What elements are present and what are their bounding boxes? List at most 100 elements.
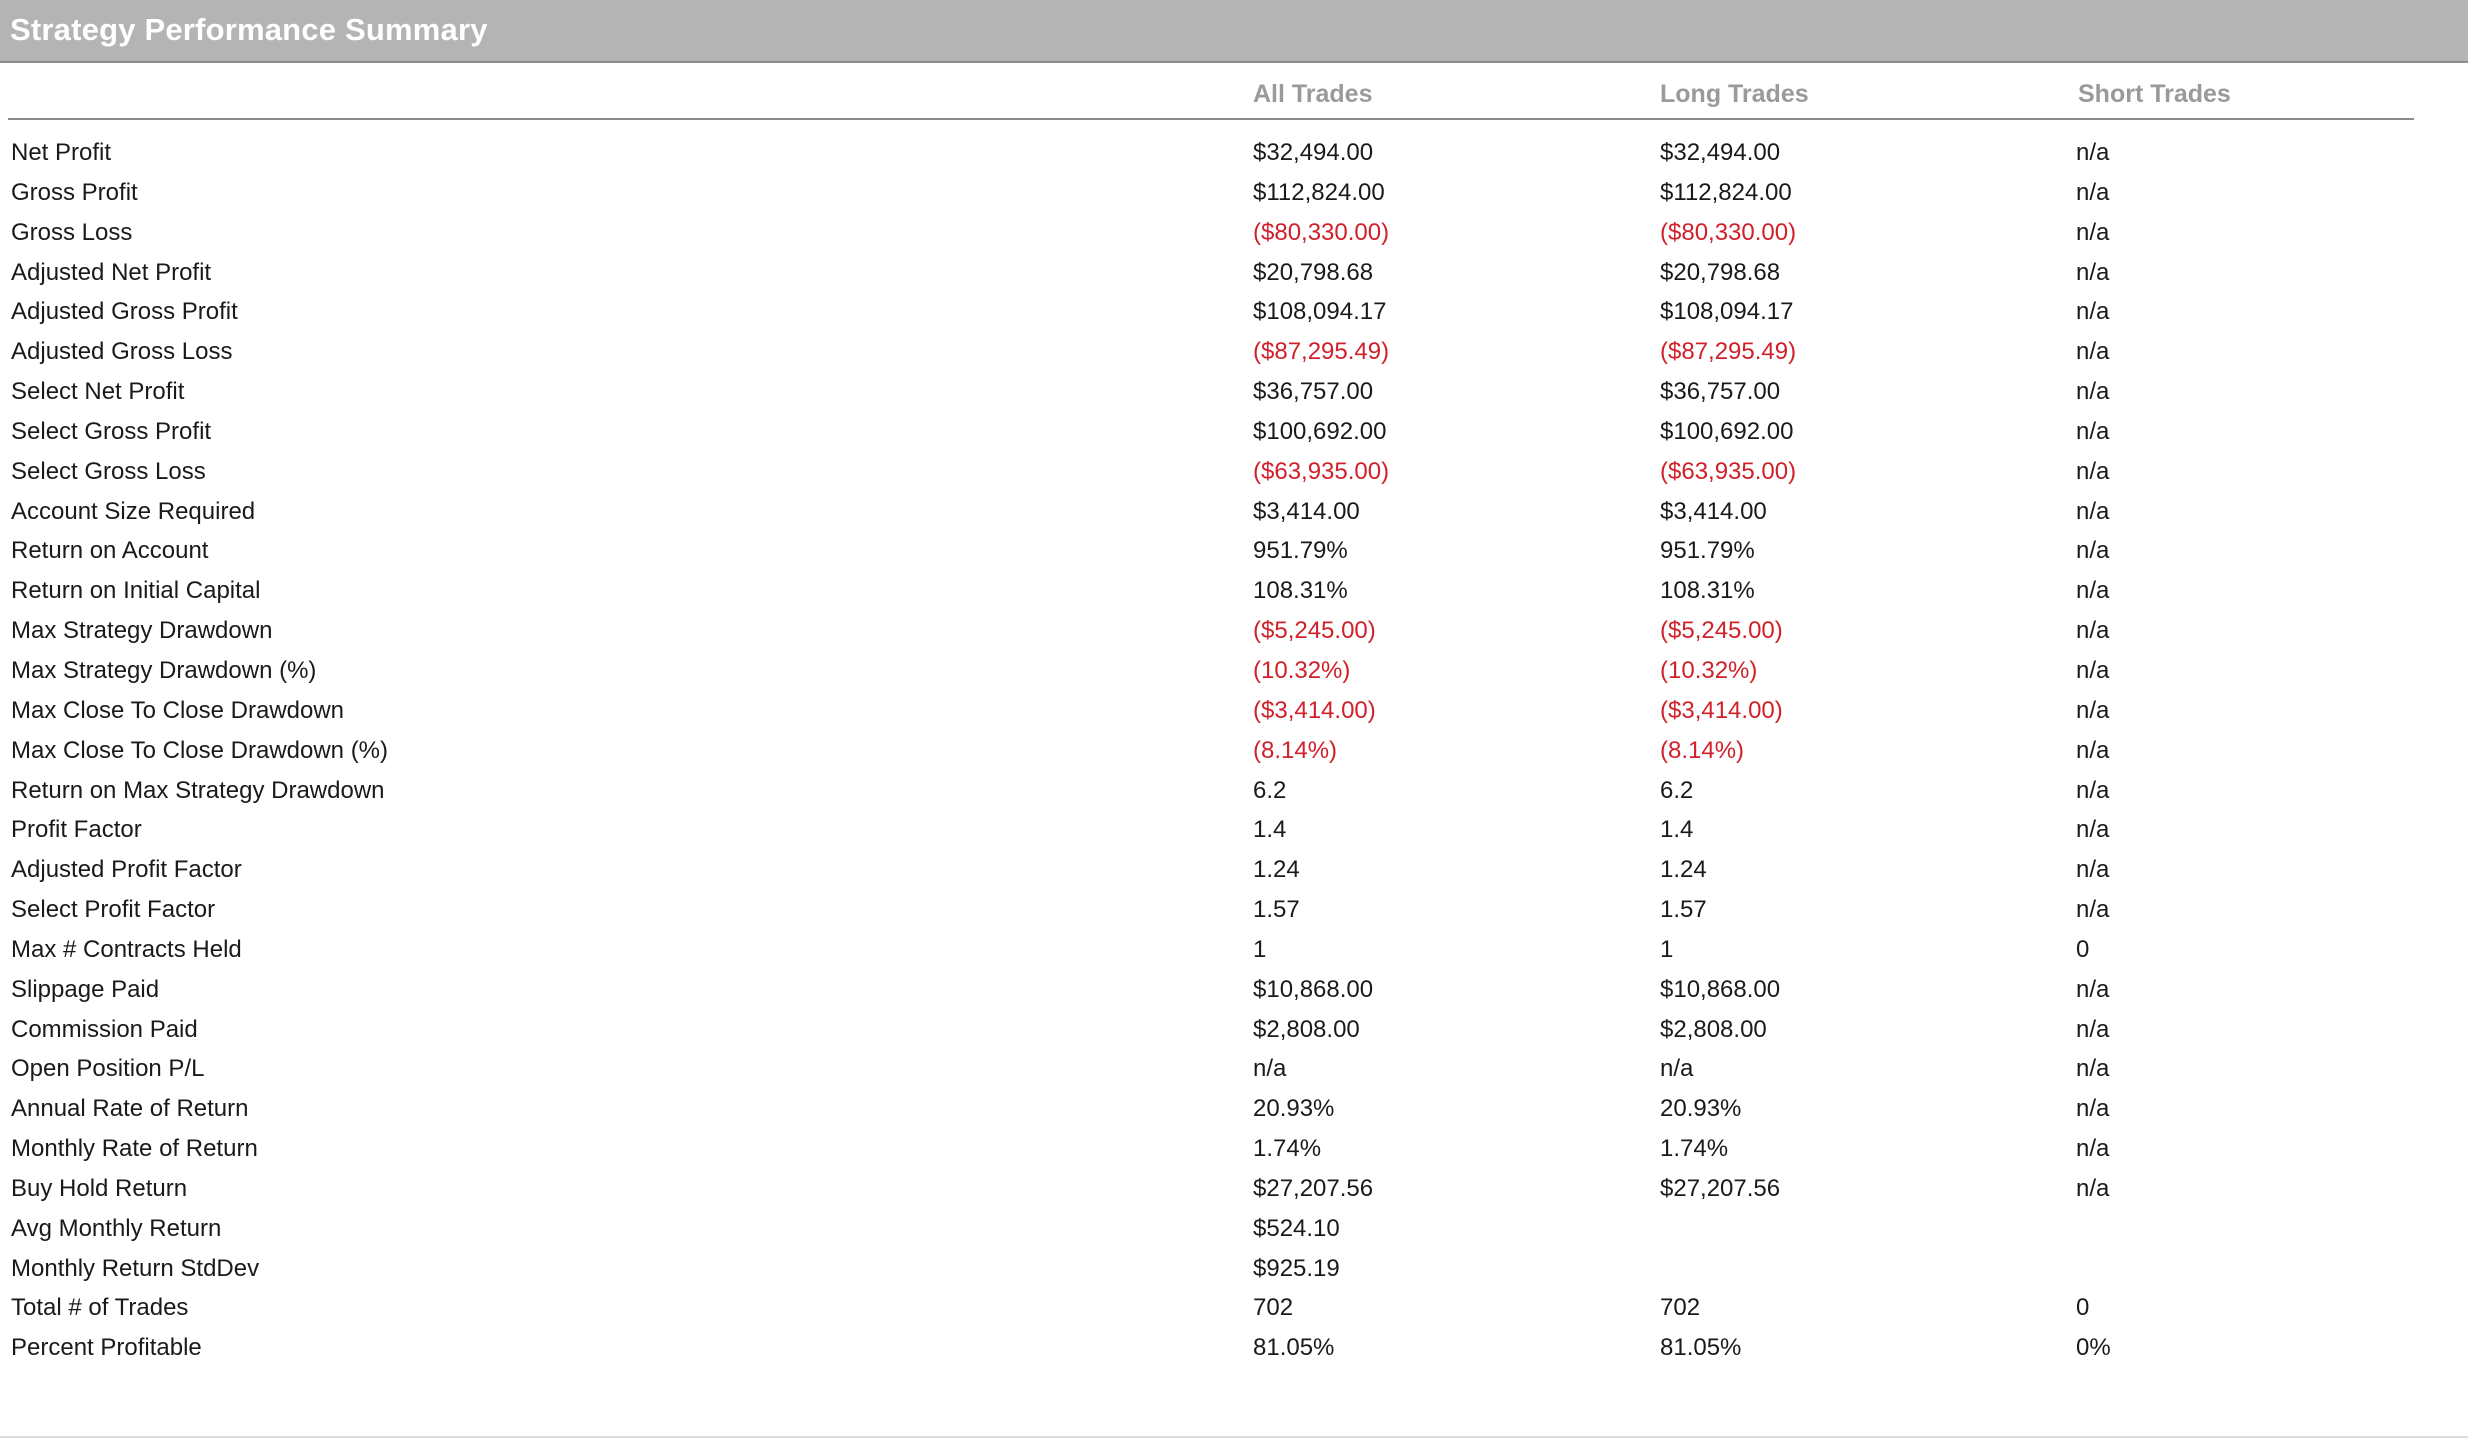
long-trades-value: 108.31% — [1660, 577, 1755, 605]
short-trades-value: n/a — [2076, 617, 2110, 645]
long-trades-value: $27,207.56 — [1660, 1174, 1781, 1202]
table-row[interactable]: Adjusted Net Profit $20,798.68 $20,798.68 n… — [8, 255, 2414, 295]
bottom-divider — [0, 1436, 2468, 1438]
all-trades-value: 1 — [1253, 935, 1267, 963]
long-trades-value: ($3,414.00) — [1660, 696, 1783, 724]
metric-label: Max # Contracts Held — [11, 935, 242, 963]
all-trades-value: ($63,935.00) — [1253, 457, 1390, 485]
long-trades-value: ($63,935.00) — [1660, 457, 1797, 485]
short-trades-value: n/a — [2076, 896, 2110, 924]
all-trades-value: $32,494.00 — [1253, 139, 1374, 166]
table-row[interactable]: Select Gross Loss ($63,935.00) ($63,935.00… — [8, 454, 2414, 494]
long-trades-value: $3,414.00 — [1660, 497, 1767, 525]
table-row[interactable]: Select Net Profit $36,757.00 $36,757.00 n/a — [8, 374, 2414, 414]
long-trades-value: 702 — [1660, 1294, 1701, 1322]
table-row[interactable]: Profit Factor 1.4 1.4 n/a — [8, 812, 2414, 852]
short-trades-value: n/a — [2076, 1055, 2110, 1083]
short-trades-value: n/a — [2076, 656, 2110, 684]
short-trades-value: 0 — [2076, 935, 2090, 963]
metric-label: Monthly Rate of Return — [11, 1135, 258, 1163]
metric-label: Adjusted Profit Factor — [11, 856, 242, 884]
table-row[interactable]: Max Strategy Drawdown ($5,245.00) ($5,245.… — [8, 613, 2414, 653]
table-row[interactable]: Adjusted Profit Factor 1.24 1.24 n/a — [8, 852, 2414, 892]
table-row[interactable]: Adjusted Gross Profit $108,094.17 $108,094… — [8, 294, 2414, 334]
table-row[interactable]: Annual Rate of Return 20.93% 20.93% n/a — [8, 1091, 2414, 1131]
table-row[interactable]: Avg Monthly Return $524.10 — [8, 1211, 2414, 1251]
short-trades-value: n/a — [2076, 816, 2110, 844]
metric-label: Monthly Return StdDev — [11, 1254, 260, 1282]
column-header-row: All Trades Long Trades Short Trades — [8, 64, 2414, 120]
long-trades-value: $100,692.00 — [1660, 417, 1794, 445]
table-row[interactable]: Monthly Rate of Return 1.74% 1.74% n/a — [8, 1131, 2414, 1171]
long-trades-value: 1.24 — [1660, 856, 1707, 884]
metric-label: Annual Rate of Return — [11, 1095, 249, 1123]
table-row[interactable]: Buy Hold Return $27,207.56 $27,207.56 n/a — [8, 1171, 2414, 1211]
metric-label: Adjusted Gross Profit — [11, 298, 238, 326]
metric-label: Adjusted Gross Loss — [11, 338, 233, 366]
all-trades-value: $20,798.68 — [1253, 258, 1374, 286]
table-row[interactable]: Net Profit $32,494.00 $32,494.00 n/a — [8, 135, 2414, 175]
table-row[interactable]: Gross Profit $112,824.00 $112,824.00 n/a — [8, 175, 2414, 215]
column-header-short-trades[interactable]: Short Trades — [2078, 80, 2231, 109]
short-trades-value: n/a — [2076, 1095, 2110, 1123]
metric-label: Return on Account — [11, 537, 209, 565]
metric-label: Max Close To Close Drawdown — [11, 696, 345, 724]
metric-label: Gross Loss — [11, 218, 133, 246]
long-trades-value: 1.74% — [1660, 1135, 1729, 1163]
short-trades-value: n/a — [2076, 258, 2110, 286]
all-trades-value: 1.4 — [1253, 816, 1287, 844]
table-row[interactable]: Gross Loss ($80,330.00) ($80,330.00) n/a — [8, 215, 2414, 255]
table-row[interactable]: Percent Profitable 81.05% 81.05% 0% — [8, 1330, 2414, 1370]
long-trades-value: 1.4 — [1660, 816, 1694, 844]
short-trades-value: n/a — [2076, 378, 2110, 406]
title-bar: Strategy Performance Summary — [0, 0, 2468, 63]
long-trades-value: (8.14%) — [1660, 736, 1745, 764]
table-row[interactable]: Commission Paid $2,808.00 $2,808.00 n/a — [8, 1012, 2414, 1052]
table-row[interactable]: Return on Max Strategy Drawdown 6.2 6.2 n/a — [8, 773, 2414, 813]
all-trades-value: 951.79% — [1253, 537, 1348, 565]
short-trades-value: n/a — [2076, 417, 2110, 445]
table-row[interactable]: Return on Account 951.79% 951.79% n/a — [8, 533, 2414, 573]
all-trades-value: $2,808.00 — [1253, 1015, 1360, 1043]
short-trades-value: n/a — [2076, 298, 2110, 326]
short-trades-value: n/a — [2076, 856, 2110, 884]
all-trades-value: ($87,295.49) — [1253, 338, 1390, 366]
metric-label: Max Strategy Drawdown (%) — [11, 656, 317, 684]
table-row[interactable]: Max Strategy Drawdown (%) (10.32%) (10.32%… — [8, 653, 2414, 693]
table-row[interactable]: Max # Contracts Held 1 1 0 — [8, 932, 2414, 972]
all-trades-value: 108.31% — [1253, 577, 1348, 605]
table-row[interactable]: Return on Initial Capital 108.31% 108.31% n… — [8, 573, 2414, 613]
table-row[interactable]: Select Gross Profit $100,692.00 $100,692.0… — [8, 414, 2414, 454]
long-trades-value: $32,494.00 — [1660, 139, 1781, 166]
short-trades-value: n/a — [2076, 1174, 2110, 1202]
all-trades-value: $112,824.00 — [1253, 178, 1385, 206]
short-trades-value: 0 — [2076, 1294, 2090, 1322]
metric-label: Adjusted Net Profit — [11, 258, 212, 286]
table-row[interactable]: Total # of Trades 702 702 0 — [8, 1290, 2414, 1330]
table-row[interactable]: Max Close To Close Drawdown ($3,414.00) ($… — [8, 693, 2414, 733]
metric-label: Return on Initial Capital — [11, 577, 261, 605]
all-trades-value: n/a — [1253, 1055, 1287, 1083]
performance-table-body: Net Profit $32,494.00 $32,494.00 n/a Gross P… — [8, 135, 2414, 1370]
long-trades-value: n/a — [1660, 1055, 1694, 1083]
table-row[interactable]: Account Size Required $3,414.00 $3,414.00 n… — [8, 494, 2414, 534]
metric-label: Open Position P/L — [11, 1055, 205, 1083]
column-header-all-trades[interactable]: All Trades — [1253, 80, 1373, 109]
column-header-long-trades[interactable]: Long Trades — [1660, 80, 1809, 109]
short-trades-value: n/a — [2076, 776, 2110, 804]
long-trades-value: $36,757.00 — [1660, 378, 1781, 406]
table-row[interactable]: Open Position P/L n/a n/a n/a — [8, 1051, 2414, 1091]
all-trades-value: $108,094.17 — [1253, 298, 1387, 326]
long-trades-value: ($87,295.49) — [1660, 338, 1797, 366]
metric-label: Return on Max Strategy Drawdown — [11, 776, 385, 804]
table-row[interactable]: Slippage Paid $10,868.00 $10,868.00 n/a — [8, 972, 2414, 1012]
short-trades-value: n/a — [2076, 457, 2110, 485]
long-trades-value: $108,094.17 — [1660, 298, 1794, 326]
table-row[interactable]: Select Profit Factor 1.57 1.57 n/a — [8, 892, 2414, 932]
table-row[interactable]: Adjusted Gross Loss ($87,295.49) ($87,295.… — [8, 334, 2414, 374]
metric-label: Account Size Required — [11, 497, 256, 525]
long-trades-value: ($5,245.00) — [1660, 617, 1783, 645]
all-trades-value: $27,207.56 — [1253, 1174, 1374, 1202]
table-row[interactable]: Monthly Return StdDev $925.19 — [8, 1251, 2414, 1291]
table-row[interactable]: Max Close To Close Drawdown (%) (8.14%) (8… — [8, 733, 2414, 773]
